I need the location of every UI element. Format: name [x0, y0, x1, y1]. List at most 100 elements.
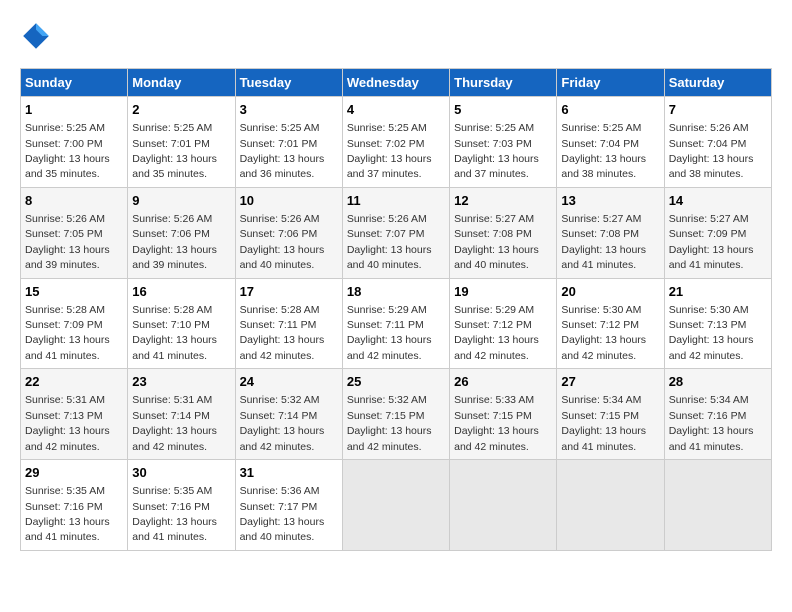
column-header-thursday: Thursday — [450, 69, 557, 97]
column-header-saturday: Saturday — [664, 69, 771, 97]
calendar-cell: 6 Sunrise: 5:25 AMSunset: 7:04 PMDaylight… — [557, 97, 664, 188]
day-number: 14 — [669, 192, 767, 210]
calendar-cell: 12 Sunrise: 5:27 AMSunset: 7:08 PMDayligh… — [450, 187, 557, 278]
column-header-tuesday: Tuesday — [235, 69, 342, 97]
day-info: Sunrise: 5:25 AMSunset: 7:04 PMDaylight:… — [561, 122, 646, 180]
day-info: Sunrise: 5:27 AMSunset: 7:08 PMDaylight:… — [561, 213, 646, 271]
day-info: Sunrise: 5:29 AMSunset: 7:12 PMDaylight:… — [454, 304, 539, 362]
day-number: 5 — [454, 101, 552, 119]
day-info: Sunrise: 5:26 AMSunset: 7:06 PMDaylight:… — [240, 213, 325, 271]
calendar-cell: 19 Sunrise: 5:29 AMSunset: 7:12 PMDayligh… — [450, 278, 557, 369]
day-number: 20 — [561, 283, 659, 301]
day-number: 25 — [347, 373, 445, 391]
day-info: Sunrise: 5:28 AMSunset: 7:10 PMDaylight:… — [132, 304, 217, 362]
calendar-cell: 11 Sunrise: 5:26 AMSunset: 7:07 PMDayligh… — [342, 187, 449, 278]
day-number: 10 — [240, 192, 338, 210]
column-header-monday: Monday — [128, 69, 235, 97]
day-info: Sunrise: 5:27 AMSunset: 7:08 PMDaylight:… — [454, 213, 539, 271]
day-info: Sunrise: 5:25 AMSunset: 7:01 PMDaylight:… — [240, 122, 325, 180]
day-number: 8 — [25, 192, 123, 210]
day-number: 7 — [669, 101, 767, 119]
day-number: 3 — [240, 101, 338, 119]
logo-icon — [20, 20, 52, 52]
day-number: 28 — [669, 373, 767, 391]
day-number: 9 — [132, 192, 230, 210]
calendar-week-row: 1 Sunrise: 5:25 AMSunset: 7:00 PMDaylight… — [21, 97, 772, 188]
day-number: 11 — [347, 192, 445, 210]
day-info: Sunrise: 5:26 AMSunset: 7:04 PMDaylight:… — [669, 122, 754, 180]
calendar-cell: 5 Sunrise: 5:25 AMSunset: 7:03 PMDaylight… — [450, 97, 557, 188]
calendar-cell: 21 Sunrise: 5:30 AMSunset: 7:13 PMDayligh… — [664, 278, 771, 369]
day-info: Sunrise: 5:30 AMSunset: 7:13 PMDaylight:… — [669, 304, 754, 362]
calendar-cell: 3 Sunrise: 5:25 AMSunset: 7:01 PMDaylight… — [235, 97, 342, 188]
day-number: 26 — [454, 373, 552, 391]
day-info: Sunrise: 5:27 AMSunset: 7:09 PMDaylight:… — [669, 213, 754, 271]
calendar-cell: 2Sunrise: 5:25 AMSunset: 7:01 PMDaylight… — [128, 97, 235, 188]
day-number: 23 — [132, 373, 230, 391]
calendar-cell: 4 Sunrise: 5:25 AMSunset: 7:02 PMDaylight… — [342, 97, 449, 188]
day-info: Sunrise: 5:25 AMSunset: 7:02 PMDaylight:… — [347, 122, 432, 180]
day-info: Sunrise: 5:34 AMSunset: 7:16 PMDaylight:… — [669, 394, 754, 452]
calendar-cell: 16 Sunrise: 5:28 AMSunset: 7:10 PMDayligh… — [128, 278, 235, 369]
calendar-cell: 9Sunrise: 5:26 AMSunset: 7:06 PMDaylight… — [128, 187, 235, 278]
calendar-cell — [664, 460, 771, 551]
calendar-cell: 10 Sunrise: 5:26 AMSunset: 7:06 PMDayligh… — [235, 187, 342, 278]
calendar-cell: 8 Sunrise: 5:26 AMSunset: 7:05 PMDaylight… — [21, 187, 128, 278]
day-info: Sunrise: 5:26 AMSunset: 7:05 PMDaylight:… — [25, 213, 110, 271]
day-number: 12 — [454, 192, 552, 210]
day-info: Sunrise: 5:28 AMSunset: 7:11 PMDaylight:… — [240, 304, 325, 362]
calendar-cell — [557, 460, 664, 551]
column-header-friday: Friday — [557, 69, 664, 97]
day-info: Sunrise: 5:32 AMSunset: 7:15 PMDaylight:… — [347, 394, 432, 452]
day-info: Sunrise: 5:26 AMSunset: 7:07 PMDaylight:… — [347, 213, 432, 271]
calendar-cell: 20Sunrise: 5:30 AMSunset: 7:12 PMDayligh… — [557, 278, 664, 369]
calendar-cell: 25 Sunrise: 5:32 AMSunset: 7:15 PMDayligh… — [342, 369, 449, 460]
calendar-week-row: 15Sunrise: 5:28 AMSunset: 7:09 PMDayligh… — [21, 278, 772, 369]
calendar-cell: 1 Sunrise: 5:25 AMSunset: 7:00 PMDaylight… — [21, 97, 128, 188]
calendar-cell: 14 Sunrise: 5:27 AMSunset: 7:09 PMDayligh… — [664, 187, 771, 278]
calendar-cell: 15Sunrise: 5:28 AMSunset: 7:09 PMDayligh… — [21, 278, 128, 369]
day-number: 13 — [561, 192, 659, 210]
day-number: 27 — [561, 373, 659, 391]
day-number: 6 — [561, 101, 659, 119]
day-number: 4 — [347, 101, 445, 119]
day-number: 21 — [669, 283, 767, 301]
calendar-cell: 22 Sunrise: 5:31 AMSunset: 7:13 PMDayligh… — [21, 369, 128, 460]
calendar-cell — [342, 460, 449, 551]
calendar-header-row: SundayMondayTuesdayWednesdayThursdayFrid… — [21, 69, 772, 97]
day-info: Sunrise: 5:25 AMSunset: 7:01 PMDaylight:… — [132, 122, 217, 180]
day-info: Sunrise: 5:28 AMSunset: 7:09 PMDaylight:… — [25, 304, 110, 362]
calendar-cell: 27 Sunrise: 5:34 AMSunset: 7:15 PMDayligh… — [557, 369, 664, 460]
calendar-cell: 18 Sunrise: 5:29 AMSunset: 7:11 PMDayligh… — [342, 278, 449, 369]
calendar-cell: 17 Sunrise: 5:28 AMSunset: 7:11 PMDayligh… — [235, 278, 342, 369]
calendar-cell — [450, 460, 557, 551]
day-number: 18 — [347, 283, 445, 301]
day-number: 29 — [25, 464, 123, 482]
calendar-cell: 31Sunrise: 5:36 AMSunset: 7:17 PMDayligh… — [235, 460, 342, 551]
day-info: Sunrise: 5:35 AMSunset: 7:16 PMDaylight:… — [25, 485, 110, 543]
column-header-wednesday: Wednesday — [342, 69, 449, 97]
day-info: Sunrise: 5:33 AMSunset: 7:15 PMDaylight:… — [454, 394, 539, 452]
day-number: 16 — [132, 283, 230, 301]
day-info: Sunrise: 5:35 AMSunset: 7:16 PMDaylight:… — [132, 485, 217, 543]
day-info: Sunrise: 5:31 AMSunset: 7:14 PMDaylight:… — [132, 394, 217, 452]
calendar-cell: 28 Sunrise: 5:34 AMSunset: 7:16 PMDayligh… — [664, 369, 771, 460]
calendar-cell: 23 Sunrise: 5:31 AMSunset: 7:14 PMDayligh… — [128, 369, 235, 460]
calendar-week-row: 8 Sunrise: 5:26 AMSunset: 7:05 PMDaylight… — [21, 187, 772, 278]
day-number: 17 — [240, 283, 338, 301]
day-info: Sunrise: 5:34 AMSunset: 7:15 PMDaylight:… — [561, 394, 646, 452]
calendar-cell: 26 Sunrise: 5:33 AMSunset: 7:15 PMDayligh… — [450, 369, 557, 460]
day-info: Sunrise: 5:29 AMSunset: 7:11 PMDaylight:… — [347, 304, 432, 362]
day-info: Sunrise: 5:32 AMSunset: 7:14 PMDaylight:… — [240, 394, 325, 452]
day-number: 24 — [240, 373, 338, 391]
day-info: Sunrise: 5:25 AMSunset: 7:03 PMDaylight:… — [454, 122, 539, 180]
day-number: 1 — [25, 101, 123, 119]
page-header — [20, 20, 772, 52]
column-header-sunday: Sunday — [21, 69, 128, 97]
day-info: Sunrise: 5:31 AMSunset: 7:13 PMDaylight:… — [25, 394, 110, 452]
day-number: 19 — [454, 283, 552, 301]
day-info: Sunrise: 5:36 AMSunset: 7:17 PMDaylight:… — [240, 485, 325, 543]
calendar-week-row: 29 Sunrise: 5:35 AMSunset: 7:16 PMDayligh… — [21, 460, 772, 551]
day-number: 22 — [25, 373, 123, 391]
day-info: Sunrise: 5:25 AMSunset: 7:00 PMDaylight:… — [25, 122, 110, 180]
